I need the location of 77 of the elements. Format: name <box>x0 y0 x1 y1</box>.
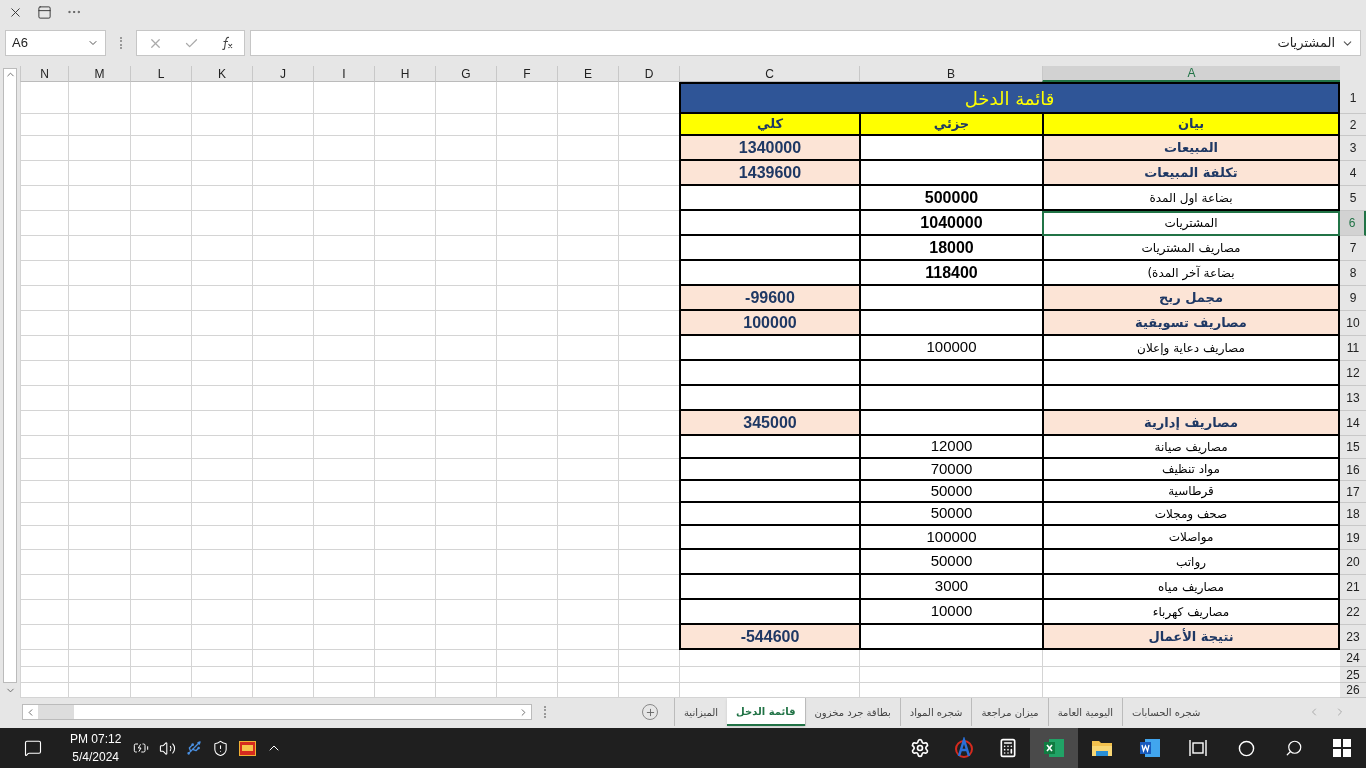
table-cell: 50000 <box>859 550 1042 575</box>
app-icon[interactable] <box>953 737 975 759</box>
table-cell: مصاريف كهرباء <box>1042 600 1340 625</box>
table-cell: 500000 <box>859 186 1042 211</box>
sheet-tab[interactable]: الميزانية <box>674 698 728 726</box>
table-cell: مجمل ربح <box>1042 286 1340 311</box>
settings-icon[interactable] <box>910 738 930 758</box>
table-cell: 345000 <box>679 411 859 436</box>
document-icon[interactable] <box>1139 738 1161 758</box>
battery-icon[interactable] <box>133 740 150 756</box>
sheet-tab[interactable]: ميزان مراجعة <box>971 698 1048 726</box>
table-cell: مصاريف مياه <box>1042 575 1340 600</box>
table-cell: 1439600 <box>679 161 859 186</box>
table-cell: 100000 <box>859 526 1042 550</box>
sheet-tab[interactable]: اليومية العامة <box>1047 698 1123 726</box>
title-cell: قائمة الدخل <box>679 82 1340 114</box>
row-header[interactable]: 25 <box>1340 667 1366 683</box>
table-cell: 50000 <box>859 503 1042 526</box>
function-icon[interactable] <box>219 36 234 50</box>
header-cell: بيان <box>1042 114 1340 136</box>
table-cell: 118400 <box>859 261 1042 286</box>
table-cell: مواصلات <box>1042 526 1340 550</box>
cortana-icon[interactable] <box>1237 739 1255 757</box>
table-cell: مواد تنظيف <box>1042 459 1340 481</box>
spreadsheet-icon[interactable] <box>1043 738 1065 758</box>
table-cell: 100000 <box>859 336 1042 361</box>
notification-icon[interactable] <box>24 739 42 757</box>
table-cell: رواتب <box>1042 550 1340 575</box>
table-cell: المبيعات <box>1042 136 1340 161</box>
header-cell: جزئي <box>859 114 1042 136</box>
table-cell: 18000 <box>859 236 1042 261</box>
clock[interactable]: PM 07:12 5/4/2024 <box>70 730 122 766</box>
table-cell: 50000 <box>859 481 1042 503</box>
table-cell: 3000 <box>859 575 1042 600</box>
row-header[interactable]: 6 <box>1340 211 1366 236</box>
column-header[interactable]: A <box>1042 66 1340 82</box>
table-cell: نتيجة الأعمال <box>1042 625 1340 650</box>
calculator-icon[interactable] <box>998 738 1018 758</box>
table-cell: 10000 <box>859 600 1042 625</box>
usb-icon[interactable] <box>186 740 203 756</box>
table-cell: تكلفة المبيعات <box>1042 161 1340 186</box>
table-cell: مصاريف تسويقية <box>1042 311 1340 336</box>
search-icon[interactable] <box>1285 739 1303 757</box>
table-cell: مصاريف إدارية <box>1042 411 1340 436</box>
volume-icon[interactable] <box>159 739 177 757</box>
formula-field[interactable]: المشتريات <box>250 30 1361 56</box>
table-cell: صحف ومجلات <box>1042 503 1340 526</box>
folder-icon[interactable] <box>1091 739 1113 757</box>
sheet-tab[interactable]: شجره المواد <box>899 698 972 726</box>
sheet-tab[interactable]: شجره الحسابات <box>1122 698 1210 726</box>
table-cell: بضاعة آخر المدة) <box>1042 261 1340 286</box>
table-cell: -99600 <box>679 286 859 311</box>
table-cell: 70000 <box>859 459 1042 481</box>
table-cell: 100000 <box>679 311 859 336</box>
table-cell: -544600 <box>679 625 859 650</box>
table-cell: قرطاسية <box>1042 481 1340 503</box>
table-cell: 1340000 <box>679 136 859 161</box>
window-icon[interactable] <box>37 4 52 20</box>
header-cell: كلي <box>679 114 859 136</box>
name-box[interactable]: A6 <box>5 30 106 56</box>
tray-app-icon[interactable] <box>239 740 257 756</box>
task-view-icon[interactable] <box>1189 739 1207 757</box>
table-cell: 1040000 <box>859 211 1042 236</box>
table-cell: بضاعة اول المدة <box>1042 186 1340 211</box>
table-cell: المشتريات <box>1042 211 1340 236</box>
table-cell: مصاريف دعاية وإعلان <box>1042 336 1340 361</box>
row-header[interactable]: 24 <box>1340 650 1366 667</box>
row-header[interactable]: 26 <box>1340 683 1366 698</box>
add-icon <box>644 706 656 718</box>
horizontal-scrollbar[interactable] <box>22 704 532 720</box>
windows-logo-icon[interactable] <box>1333 739 1351 757</box>
scroll-thumb[interactable] <box>38 705 74 719</box>
shield-icon[interactable] <box>212 739 230 757</box>
table-cell: 12000 <box>859 436 1042 459</box>
table-cell: مصاريف المشتريات <box>1042 236 1340 261</box>
table-cell: مصاريف صيانة <box>1042 436 1340 459</box>
sheet-tab[interactable]: قائمة الدخل <box>727 698 805 726</box>
